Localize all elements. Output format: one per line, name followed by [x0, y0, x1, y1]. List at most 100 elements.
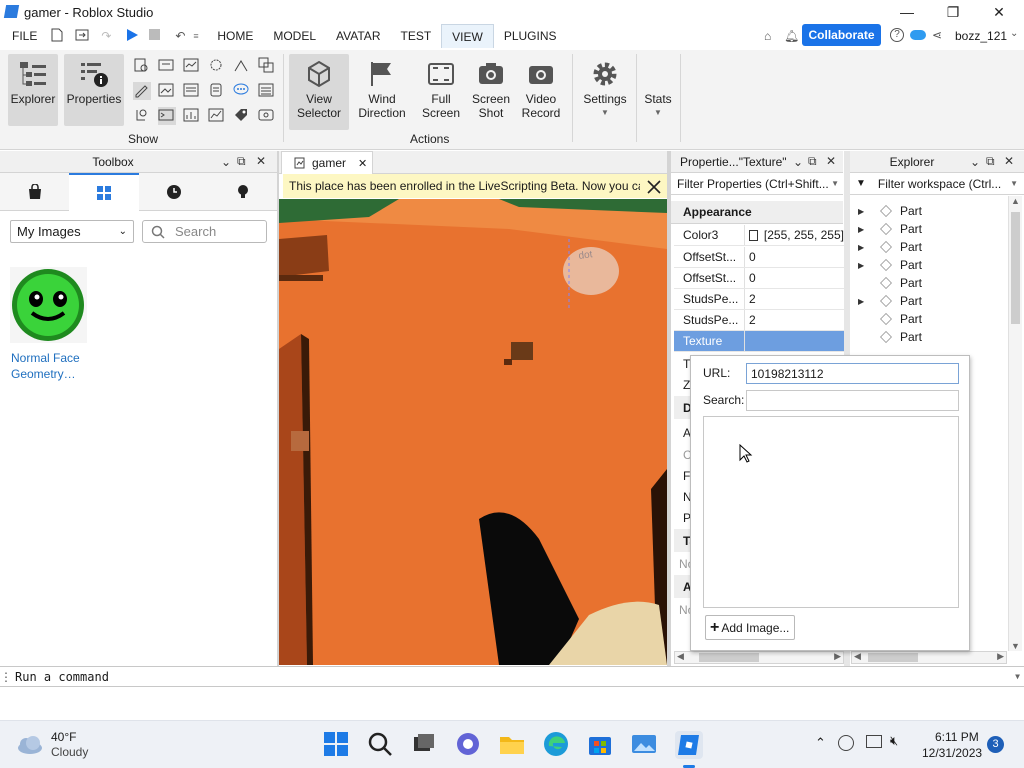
explorer-item-part[interactable]: ▶ Part	[858, 202, 1008, 220]
properties-horizontal-scrollbar[interactable]: ◀ ▶	[674, 651, 844, 664]
home-icon[interactable]: ⌂	[764, 29, 771, 43]
category-dropdown[interactable]: My Images ⌄	[10, 220, 134, 243]
property-color3[interactable]: Color3 [255, 255, 255]	[674, 225, 844, 246]
user-chevron-icon[interactable]: ⌄	[1010, 28, 1018, 39]
cloud-icon[interactable]	[910, 30, 926, 40]
tag-editor-icon[interactable]	[233, 57, 251, 75]
menu-avatar[interactable]: AVATAR	[326, 24, 390, 48]
expand-arrow-icon[interactable]: ▶	[858, 261, 880, 270]
output-icon[interactable]	[133, 82, 151, 100]
explorer-filter-input[interactable]: ▼ Filter workspace (Ctrl... ▼	[850, 173, 1024, 195]
explorer-item-part[interactable]: ▶ Part	[858, 238, 1008, 256]
tag-icon[interactable]	[233, 107, 251, 125]
wind-direction-button[interactable]: Wind Direction	[355, 54, 409, 126]
property-texture[interactable]: Texture	[674, 331, 844, 352]
property-value[interactable]	[744, 331, 844, 351]
explorer-close-icon[interactable]: ✕	[1004, 154, 1014, 168]
properties-close-icon[interactable]: ✕	[826, 154, 836, 168]
photos-button[interactable]	[631, 731, 659, 759]
quick-access-chevron-icon[interactable]: ≡	[193, 31, 207, 41]
weather-widget[interactable]: 40°F Cloudy	[14, 729, 104, 761]
property-value[interactable]: 0	[744, 268, 844, 288]
asset-manager-icon[interactable]	[158, 57, 176, 75]
tab-close-icon[interactable]: ✕	[358, 157, 367, 170]
tab-marketplace[interactable]	[0, 173, 69, 211]
texture-search-input[interactable]	[746, 390, 959, 411]
close-window-button[interactable]: ✕	[976, 0, 1022, 24]
username[interactable]: bozz_121	[955, 29, 1007, 43]
collaborate-button[interactable]: Collaborate	[802, 24, 881, 46]
stats-button[interactable]: Stats ▼	[640, 54, 676, 126]
property-offsetstuds-u[interactable]: OffsetSt... 0	[674, 247, 844, 268]
explorer-vertical-scrollbar[interactable]: ▲ ▼	[1008, 196, 1022, 651]
property-value[interactable]: 2	[744, 289, 844, 309]
tab-creations[interactable]	[208, 173, 277, 211]
appearance-section[interactable]: Appearance	[671, 201, 843, 224]
banner-close-button[interactable]	[640, 175, 667, 198]
taskbar-search-button[interactable]	[367, 731, 395, 759]
redo-icon[interactable]: ↷	[101, 29, 121, 43]
undo-icon[interactable]: ↶	[175, 29, 193, 43]
property-studsper-v[interactable]: StudsPe... 2	[674, 310, 844, 331]
menu-test[interactable]: TEST	[390, 24, 441, 48]
expand-arrow-icon[interactable]: ▶	[858, 297, 880, 306]
bell-icon[interactable]: 🔔︎	[784, 29, 799, 43]
stop-icon[interactable]	[149, 28, 169, 44]
command-bar-chevron-icon[interactable]: ▼	[1015, 672, 1020, 681]
toolbox-toggle-icon[interactable]	[133, 57, 151, 75]
maximize-button[interactable]: ❐	[930, 0, 976, 24]
explorer-item-part[interactable]: Part	[858, 328, 1008, 346]
properties-filter-input[interactable]: Filter Properties (Ctrl+Shift... ▼	[671, 173, 843, 195]
properties-button[interactable]: Properties	[64, 54, 124, 126]
expand-arrow-icon[interactable]: ▶	[858, 243, 880, 252]
explorer-button[interactable]: Explorer	[8, 54, 58, 126]
chat-icon[interactable]	[233, 82, 251, 100]
tray-volume-muted-icon[interactable]: 🔇︎	[890, 733, 898, 749]
script-performance-icon[interactable]	[183, 107, 201, 125]
explorer-horizontal-scrollbar[interactable]: ◀ ▶	[851, 651, 1007, 664]
play-icon[interactable]	[125, 28, 145, 45]
start-button[interactable]	[323, 731, 351, 759]
taskbar-date[interactable]: 12/31/2023	[922, 746, 982, 760]
command-bar[interactable]: ⋮ Run a command ▼	[0, 666, 1024, 687]
explorer-item-part[interactable]: Part	[858, 310, 1008, 328]
notification-badge[interactable]: 3	[987, 736, 1004, 753]
menu-plugins[interactable]: PLUGINS	[494, 24, 567, 48]
toolbox-search-input[interactable]: Search	[142, 220, 267, 243]
tray-network-status-icon[interactable]	[838, 735, 854, 751]
device-emulator-icon[interactable]	[258, 107, 276, 125]
property-value[interactable]: 2	[744, 310, 844, 330]
3d-viewport[interactable]: dot	[279, 199, 667, 665]
team-create-icon[interactable]	[208, 57, 226, 75]
explorer-undock-icon[interactable]: ⧉	[986, 154, 995, 169]
new-file-icon[interactable]	[51, 28, 69, 45]
help-icon[interactable]: ?	[890, 28, 904, 42]
command-bar-icon[interactable]	[158, 107, 176, 125]
context-help-icon[interactable]	[133, 107, 151, 125]
teams-chat-button[interactable]	[455, 731, 483, 759]
terrain-editor-icon[interactable]	[158, 82, 176, 100]
minimize-button[interactable]: —	[884, 0, 930, 24]
screen-shot-button[interactable]: Screen Shot	[468, 54, 514, 126]
file-explorer-button[interactable]	[499, 731, 527, 759]
explorer-item-part[interactable]: ▶ Part	[858, 292, 1008, 310]
toolbox-chevron-icon[interactable]: ⌄	[221, 155, 231, 169]
add-image-button[interactable]: + Add Image...	[705, 615, 795, 640]
view-selector-button[interactable]: View Selector	[289, 54, 349, 130]
menu-model[interactable]: MODEL	[263, 24, 326, 48]
video-record-button[interactable]: Video Record	[517, 54, 565, 126]
explorer-item-part[interactable]: Part	[858, 274, 1008, 292]
toolbox-item-normal-face[interactable]: Normal Face Geometry…	[10, 267, 88, 381]
property-studsper-u[interactable]: StudsPe... 2	[674, 289, 844, 310]
explorer-item-part[interactable]: ▶ Part	[858, 220, 1008, 238]
find-results-icon[interactable]	[183, 82, 201, 100]
tray-chevron-icon[interactable]: ⌃	[815, 735, 826, 751]
roblox-studio-taskbar-button[interactable]	[675, 731, 703, 759]
tray-display-icon[interactable]	[866, 735, 882, 748]
menu-file[interactable]: FILE	[0, 24, 47, 48]
expand-arrow-icon[interactable]: ▶	[858, 225, 880, 234]
settings-button[interactable]: Settings ▼	[580, 54, 630, 126]
menu-home[interactable]: HOME	[207, 24, 263, 48]
tab-recent[interactable]	[139, 173, 208, 211]
taskbar-time[interactable]: 6:11 PM	[935, 730, 979, 744]
